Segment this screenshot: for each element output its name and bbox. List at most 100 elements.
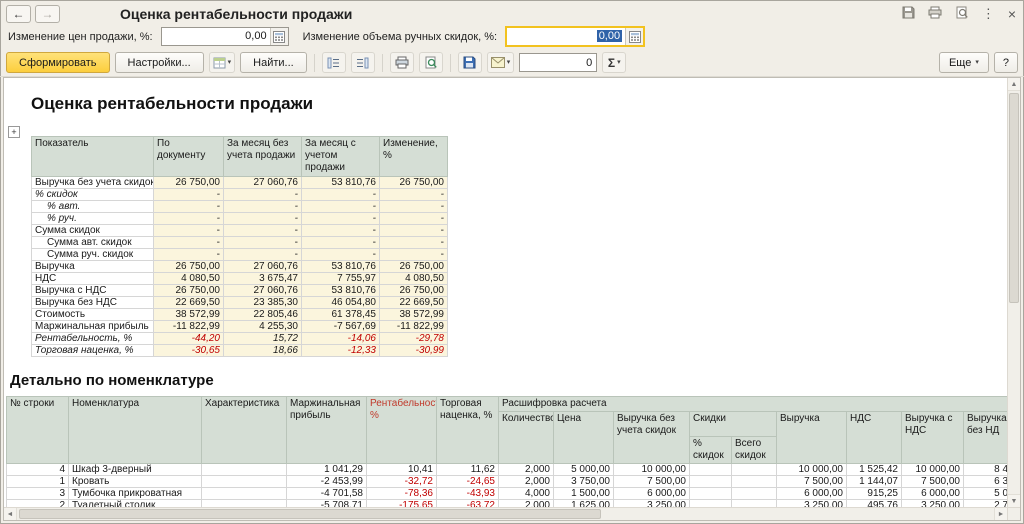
detail-cell[interactable]: 2,000 — [498, 463, 554, 476]
detail-cell[interactable]: 6 000,00 — [776, 487, 847, 500]
detail-cell[interactable]: 4 — [6, 463, 69, 476]
summary-cell[interactable]: -7 567,69 — [301, 320, 380, 333]
more-button[interactable]: Еще ▾ — [938, 52, 989, 73]
scroll-up-icon[interactable]: ▲ — [1008, 78, 1020, 91]
detail-cell[interactable] — [201, 475, 287, 488]
summary-cell[interactable]: 53 810,76 — [301, 176, 380, 189]
summary-row-label[interactable]: Рентабельность, % — [31, 332, 154, 345]
detail-header-nomenclature[interactable]: Номенклатура — [68, 396, 202, 464]
detail-cell[interactable] — [689, 499, 732, 507]
detail-cell[interactable]: -78,36 — [366, 487, 437, 500]
vertical-scroll-thumb[interactable] — [1009, 93, 1019, 303]
summary-row-label[interactable]: Маржинальная прибыль — [31, 320, 154, 333]
detail-header-revenue[interactable]: Выручка — [776, 411, 847, 464]
detail-cell[interactable]: -24,65 — [436, 475, 499, 488]
detail-cell[interactable] — [201, 463, 287, 476]
summary-row-label[interactable]: Сумма авт. скидок — [31, 236, 154, 249]
summary-header-month-with[interactable]: За месяц с учетом продажи — [301, 136, 380, 177]
summary-cell[interactable]: 23 385,30 — [223, 296, 302, 309]
summary-cell[interactable]: 46 054,80 — [301, 296, 380, 309]
detail-cell[interactable]: 6 000,00 — [613, 487, 690, 500]
summary-cell[interactable]: 26 750,00 — [379, 260, 448, 273]
summary-cell[interactable]: 26 750,00 — [153, 260, 224, 273]
summary-cell[interactable]: -11 822,99 — [379, 320, 448, 333]
summary-header-by-document[interactable]: По документу — [153, 136, 224, 177]
summary-cell[interactable]: - — [379, 236, 448, 249]
detail-cell[interactable]: Шкаф 3-дверный — [68, 463, 202, 476]
detail-cell[interactable]: -63,72 — [436, 499, 499, 507]
summary-cell[interactable]: -11 822,99 — [153, 320, 224, 333]
detail-cell[interactable]: -5 708,71 — [286, 499, 367, 507]
summary-row-label[interactable]: НДС — [31, 272, 154, 285]
send-mail-split-button[interactable]: ▾ — [486, 52, 515, 73]
summary-cell[interactable]: -30,65 — [153, 344, 224, 357]
summary-cell[interactable]: - — [223, 248, 302, 261]
detail-header-markup[interactable]: Торговая наценка, % — [436, 396, 499, 464]
detail-cell[interactable] — [689, 463, 732, 476]
summary-cell[interactable]: -14,06 — [301, 332, 380, 345]
vertical-scrollbar[interactable]: ▲ ▼ — [1007, 78, 1020, 507]
print-preview-button[interactable] — [418, 52, 443, 73]
summary-cell[interactable]: 4 080,50 — [379, 272, 448, 285]
detail-header-price[interactable]: Цена — [553, 411, 614, 464]
summary-cell[interactable]: 22 669,50 — [379, 296, 448, 309]
summary-cell[interactable]: 27 060,76 — [223, 176, 302, 189]
summary-header-month-without[interactable]: За месяц без учета продажи — [223, 136, 302, 177]
detail-cell[interactable]: 10 000,00 — [613, 463, 690, 476]
summary-cell[interactable]: - — [223, 224, 302, 237]
summary-row-label[interactable]: Выручка без учета скидок — [31, 176, 154, 189]
summary-cell[interactable]: - — [223, 200, 302, 213]
detail-cell[interactable]: Тумбочка прикроватная — [68, 487, 202, 500]
summary-cell[interactable]: - — [301, 236, 380, 249]
report-variants-split-button[interactable]: ▾ — [208, 52, 236, 73]
generate-button[interactable]: Сформировать — [6, 52, 110, 73]
autosum-split-button[interactable]: Σ ▾ — [602, 52, 627, 73]
detail-cell[interactable]: 7 500,00 — [901, 475, 964, 488]
detail-header-row-num[interactable]: № строки — [6, 396, 69, 464]
summary-row-label[interactable]: % авт. — [31, 200, 154, 213]
detail-cell[interactable]: 2 7 — [962, 499, 1007, 507]
find-button[interactable]: Найти... — [240, 52, 307, 73]
detail-cell[interactable]: 7 500,00 — [613, 475, 690, 488]
forward-button[interactable]: → — [35, 4, 60, 23]
detail-header-revenue-no-discount[interactable]: Выручка без учета скидок — [613, 411, 690, 464]
group-expander[interactable]: + — [8, 126, 20, 138]
detail-cell[interactable]: 2 — [6, 499, 69, 507]
detail-cell[interactable]: 10 000,00 — [901, 463, 964, 476]
detail-header-vat[interactable]: НДС — [846, 411, 902, 464]
kebab-menu-icon[interactable]: ⋮ — [982, 7, 995, 20]
collapse-groups-button[interactable] — [350, 52, 375, 73]
summary-cell[interactable]: - — [223, 188, 302, 201]
detail-cell[interactable]: 6 000,00 — [901, 487, 964, 500]
summary-cell[interactable]: 4 255,30 — [223, 320, 302, 333]
summary-cell[interactable]: 4 080,50 — [153, 272, 224, 285]
detail-cell[interactable]: -43,93 — [436, 487, 499, 500]
summary-row-label[interactable]: Торговая наценка, % — [31, 344, 154, 357]
detail-header-revenue-without-vat[interactable]: Выручка без НД — [962, 411, 1007, 464]
detail-cell[interactable]: 11,62 — [436, 463, 499, 476]
calculator-button[interactable] — [625, 28, 644, 45]
detail-cell[interactable] — [201, 487, 287, 500]
detail-header-revenue-with-vat[interactable]: Выручка с НДС — [901, 411, 964, 464]
summary-cell[interactable]: 3 675,47 — [223, 272, 302, 285]
detail-cell[interactable]: -175,65 — [366, 499, 437, 507]
detail-cell[interactable]: -2 453,99 — [286, 475, 367, 488]
summary-row-label[interactable]: % скидок — [31, 188, 154, 201]
find-icon[interactable] — [955, 6, 969, 22]
detail-cell[interactable]: 3 — [6, 487, 69, 500]
summary-row-label[interactable]: Сумма руч. скидок — [31, 248, 154, 261]
detail-cell[interactable]: 10,41 — [366, 463, 437, 476]
detail-cell[interactable]: -32,72 — [366, 475, 437, 488]
horizontal-scroll-thumb[interactable] — [19, 509, 601, 519]
summary-cell[interactable]: - — [379, 248, 448, 261]
summary-row-label[interactable]: Сумма скидок — [31, 224, 154, 237]
summary-cell[interactable]: 26 750,00 — [379, 284, 448, 297]
summary-cell[interactable]: 7 755,97 — [301, 272, 380, 285]
summary-cell[interactable]: - — [379, 188, 448, 201]
summary-cell[interactable]: 53 810,76 — [301, 284, 380, 297]
horizontal-scrollbar[interactable]: ◄ ► — [4, 507, 1007, 520]
detail-cell[interactable]: Туалетный столик — [68, 499, 202, 507]
print-button[interactable] — [389, 52, 414, 73]
detail-cell[interactable]: 2,000 — [498, 499, 554, 507]
summary-cell[interactable]: 53 810,76 — [301, 260, 380, 273]
